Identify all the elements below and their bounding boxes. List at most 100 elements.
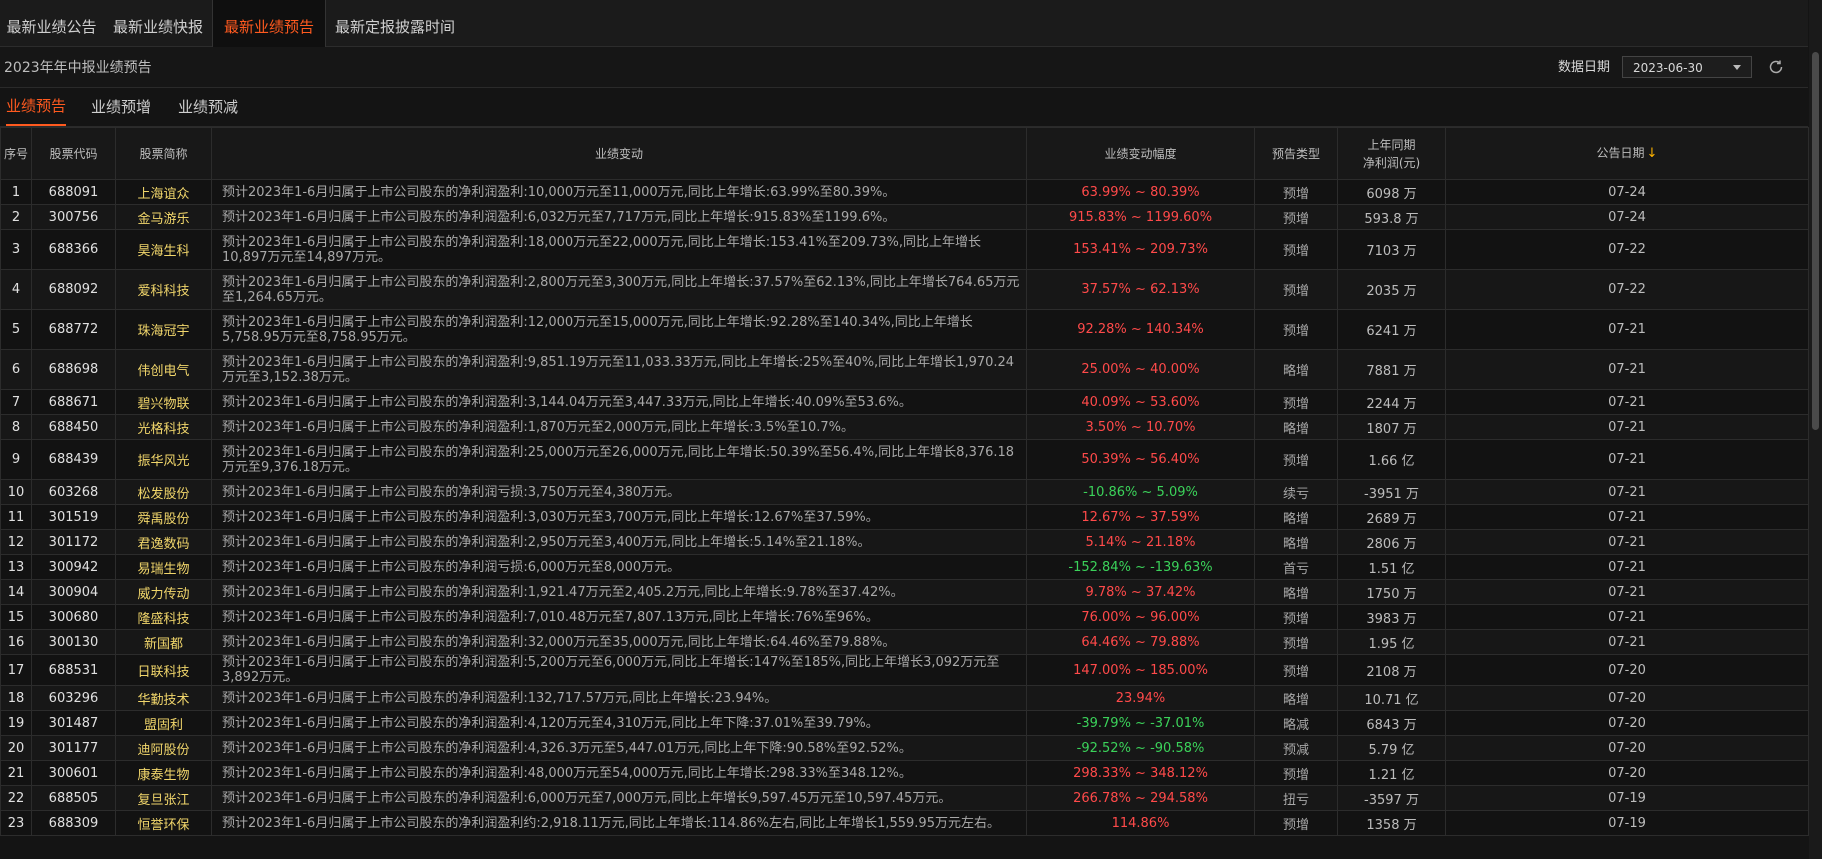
cell-name[interactable]: 恒誉环保 [115,810,212,836]
cell-code[interactable]: 688450 [31,414,116,440]
subtab-forecast-increase[interactable]: 业绩预增 [91,88,151,126]
date-select[interactable]: 2023-06-30 [1622,56,1752,78]
table-row[interactable]: 20 301177 迪阿股份 预计2023年1-6月归属于上市公司股东的净利润盈利:4… [0,735,1809,761]
tab-disclosure-schedule[interactable]: 最新定报披露时间 [326,0,464,46]
table-row[interactable]: 8 688450 光格科技 预计2023年1-6月归属于上市公司股东的净利润盈利:1,… [0,414,1809,440]
vertical-scrollbar[interactable] [1809,0,1822,859]
table-row[interactable]: 11 301519 舜禹股份 预计2023年1-6月归属于上市公司股东的净利润盈利:3… [0,504,1809,530]
cell-type: 预增 [1254,179,1338,205]
cell-name[interactable]: 上海谊众 [115,179,212,205]
cell-name[interactable]: 易瑞生物 [115,554,212,580]
cell-name[interactable]: 振华风光 [115,439,212,480]
cell-code[interactable]: 688309 [31,810,116,836]
cell-type: 预增 [1254,760,1338,786]
table-row[interactable]: 15 300680 隆盛科技 预计2023年1-6月归属于上市公司股东的净利润盈利:7… [0,604,1809,630]
col-header-name[interactable]: 股票简称 [115,127,212,180]
cell-type: 预增 [1254,204,1338,230]
cell-name[interactable]: 爱科科技 [115,269,212,310]
cell-date: 07-20 [1445,735,1809,761]
cell-date: 07-21 [1445,439,1809,480]
cell-code[interactable]: 301519 [31,504,116,530]
cell-desc: 预计2023年1-6月归属于上市公司股东的净利润盈利:132,717.57万元,… [211,685,1027,711]
table-row[interactable]: 19 301487 盟固利 预计2023年1-6月归属于上市公司股东的净利润盈利:4,… [0,710,1809,736]
sort-desc-icon[interactable]: ↓ [1647,146,1658,161]
cell-seq: 18 [0,685,32,711]
col-header-range[interactable]: 业绩变动幅度 [1026,127,1255,180]
cell-code[interactable]: 688505 [31,785,116,811]
cell-code[interactable]: 688091 [31,179,116,205]
table-row[interactable]: 4 688092 爱科科技 预计2023年1-6月归属于上市公司股东的净利润盈利:2,… [0,269,1809,310]
table-row[interactable]: 17 688531 日联科技 预计2023年1-6月归属于上市公司股东的净利润盈利:5… [0,654,1809,686]
table-row[interactable]: 6 688698 伟创电气 预计2023年1-6月归属于上市公司股东的净利润盈利:9,… [0,349,1809,390]
cell-name[interactable]: 金马游乐 [115,204,212,230]
cell-profit: 7881 万 [1337,349,1446,390]
cell-type: 预增 [1254,269,1338,310]
cell-code[interactable]: 301487 [31,710,116,736]
table-row[interactable]: 10 603268 松发股份 预计2023年1-6月归属于上市公司股东的净利润亏损:3… [0,479,1809,505]
cell-code[interactable]: 300601 [31,760,116,786]
table-row[interactable]: 1 688091 上海谊众 预计2023年1-6月归属于上市公司股东的净利润盈利:10… [0,179,1809,205]
tab-latest-announcements[interactable]: 最新业绩公告 [0,0,103,46]
cell-range: -10.86% ~ 5.09% [1026,479,1255,505]
refresh-icon[interactable] [1767,58,1785,76]
cell-code[interactable]: 688439 [31,439,116,480]
tab-latest-express[interactable]: 最新业绩快报 [104,0,212,46]
cell-name[interactable]: 盟固利 [115,710,212,736]
cell-code[interactable]: 300942 [31,554,116,580]
cell-name[interactable]: 华勤技术 [115,685,212,711]
cell-name[interactable]: 碧兴物联 [115,389,212,415]
cell-code[interactable]: 603268 [31,479,116,505]
table-row[interactable]: 18 603296 华勤技术 预计2023年1-6月归属于上市公司股东的净利润盈利:1… [0,685,1809,711]
cell-code[interactable]: 301172 [31,529,116,555]
tab-latest-forecast[interactable]: 最新业绩预告 [212,0,326,47]
table-row[interactable]: 3 688366 昊海生科 预计2023年1-6月归属于上市公司股东的净利润盈利:18… [0,229,1809,270]
cell-code[interactable]: 688698 [31,349,116,390]
scrollbar-thumb[interactable] [1812,52,1819,430]
cell-name[interactable]: 迪阿股份 [115,735,212,761]
table-row[interactable]: 5 688772 珠海冠宇 预计2023年1-6月归属于上市公司股东的净利润盈利:12… [0,309,1809,350]
table-row[interactable]: 21 300601 康泰生物 预计2023年1-6月归属于上市公司股东的净利润盈利:4… [0,760,1809,786]
cell-name[interactable]: 威力传动 [115,579,212,605]
cell-code[interactable]: 300756 [31,204,116,230]
cell-desc: 预计2023年1-6月归属于上市公司股东的净利润盈利:10,000万元至11,0… [211,179,1027,205]
cell-name[interactable]: 隆盛科技 [115,604,212,630]
table-row[interactable]: 16 300130 新国都 预计2023年1-6月归属于上市公司股东的净利润盈利:32… [0,629,1809,655]
cell-name[interactable]: 光格科技 [115,414,212,440]
table-row[interactable]: 14 300904 威力传动 预计2023年1-6月归属于上市公司股东的净利润盈利:1… [0,579,1809,605]
cell-code[interactable]: 688531 [31,654,116,686]
cell-code[interactable]: 603296 [31,685,116,711]
table-row[interactable]: 22 688505 复旦张江 预计2023年1-6月归属于上市公司股东的净利润盈利:6… [0,785,1809,811]
cell-code[interactable]: 300904 [31,579,116,605]
cell-name[interactable]: 复旦张江 [115,785,212,811]
cell-code[interactable]: 688772 [31,309,116,350]
col-header-profit[interactable]: 上年同期 净利润(元) [1337,127,1446,180]
table-row[interactable]: 2 300756 金马游乐 预计2023年1-6月归属于上市公司股东的净利润盈利:6,… [0,204,1809,230]
table-row[interactable]: 23 688309 恒誉环保 预计2023年1-6月归属于上市公司股东的净利润盈利约:… [0,810,1809,836]
cell-name[interactable]: 松发股份 [115,479,212,505]
subtab-forecast-all[interactable]: 业绩预告 [6,88,67,126]
col-header-code[interactable]: 股票代码 [31,127,116,180]
cell-code[interactable]: 688092 [31,269,116,310]
cell-name[interactable]: 康泰生物 [115,760,212,786]
cell-name[interactable]: 昊海生科 [115,229,212,270]
cell-name[interactable]: 新国都 [115,629,212,655]
cell-code[interactable]: 688671 [31,389,116,415]
cell-name[interactable]: 君逸数码 [115,529,212,555]
sub-tab-bar: 业绩预告 业绩预增 业绩预减 [0,88,1808,127]
cell-name[interactable]: 日联科技 [115,654,212,686]
cell-name[interactable]: 舜禹股份 [115,504,212,530]
table-row[interactable]: 12 301172 君逸数码 预计2023年1-6月归属于上市公司股东的净利润盈利:2… [0,529,1809,555]
cell-code[interactable]: 300130 [31,629,116,655]
table-row[interactable]: 7 688671 碧兴物联 预计2023年1-6月归属于上市公司股东的净利润盈利:3,… [0,389,1809,415]
table-row[interactable]: 13 300942 易瑞生物 预计2023年1-6月归属于上市公司股东的净利润亏损:6… [0,554,1809,580]
cell-desc: 预计2023年1-6月归属于上市公司股东的净利润盈利:25,000万元至26,0… [211,439,1027,480]
cell-name[interactable]: 珠海冠宇 [115,309,212,350]
col-header-date[interactable]: 公告日期 ↓ [1445,127,1809,180]
subtab-forecast-decrease[interactable]: 业绩预减 [178,88,238,126]
cell-name[interactable]: 伟创电气 [115,349,212,390]
col-header-type[interactable]: 预告类型 [1254,127,1338,180]
cell-code[interactable]: 688366 [31,229,116,270]
table-row[interactable]: 9 688439 振华风光 预计2023年1-6月归属于上市公司股东的净利润盈利:25… [0,439,1809,480]
cell-code[interactable]: 301177 [31,735,116,761]
cell-code[interactable]: 300680 [31,604,116,630]
